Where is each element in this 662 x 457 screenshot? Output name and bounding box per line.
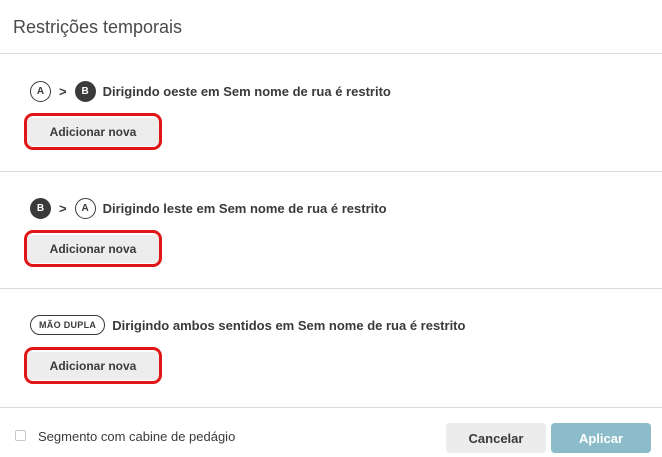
- direction-arrow: >: [59, 83, 67, 99]
- toll-checkbox[interactable]: [15, 430, 26, 441]
- add-new-button[interactable]: Adicionar nova: [27, 235, 159, 263]
- direction-arrow: >: [59, 200, 67, 216]
- restriction-header: A > B Dirigindo oeste em Sem nome de rua…: [30, 80, 391, 102]
- point-b-icon: B: [74, 80, 96, 102]
- dialog-title: Restrições temporais: [13, 17, 183, 37]
- restriction-description: Dirigindo leste em Sem nome de rua é res…: [102, 200, 387, 216]
- point-a-icon: A: [30, 80, 51, 102]
- apply-button[interactable]: Aplicar: [551, 423, 651, 453]
- restriction-description: Dirigindo oeste em Sem nome de rua é res…: [102, 83, 391, 99]
- restriction-header: B > A Dirigindo leste em Sem nome de rua…: [30, 197, 387, 219]
- divider: [0, 407, 662, 408]
- add-new-button[interactable]: Adicionar nova: [27, 118, 159, 146]
- toll-checkbox-label[interactable]: Segmento com cabine de pedágio: [38, 429, 235, 444]
- point-b-icon: B: [30, 197, 51, 219]
- add-new-button[interactable]: Adicionar nova: [27, 352, 159, 380]
- divider: [0, 288, 662, 289]
- restriction-header: MÃO DUPLA Dirigindo ambos sentidos em Se…: [30, 314, 465, 336]
- two-way-badge: MÃO DUPLA: [30, 315, 106, 335]
- cancel-button[interactable]: Cancelar: [446, 423, 546, 453]
- divider: [0, 53, 662, 54]
- point-a-icon: A: [74, 197, 96, 219]
- divider: [0, 171, 662, 172]
- restriction-description: Dirigindo ambos sentidos em Sem nome de …: [112, 317, 466, 333]
